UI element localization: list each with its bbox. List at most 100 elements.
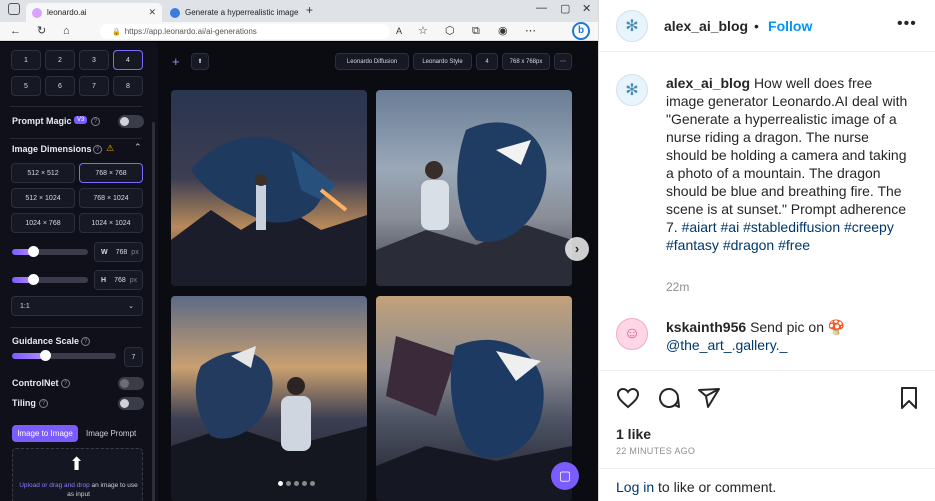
heart-icon[interactable] [616, 386, 640, 410]
carousel-dot[interactable] [302, 481, 307, 486]
bookmark-icon[interactable] [897, 386, 921, 410]
generated-image-2[interactable] [376, 90, 572, 286]
help-icon[interactable]: ? [91, 117, 100, 126]
caption-username[interactable]: alex_ai_blog [666, 75, 750, 91]
guidance-value[interactable]: 7 [124, 347, 143, 367]
dim-1024x1024[interactable]: 1024 × 1024 [79, 213, 143, 233]
size-chip[interactable]: 768 x 768px [502, 53, 550, 70]
like-count[interactable]: 1 like [616, 426, 651, 442]
close-window-icon[interactable]: ✕ [582, 3, 591, 16]
minimize-icon[interactable]: — [536, 2, 547, 15]
generated-image-1[interactable] [171, 90, 367, 286]
count-1[interactable]: 1 [11, 50, 41, 70]
prompt-magic-toggle[interactable] [118, 115, 144, 128]
hashtag[interactable]: #ai [721, 219, 740, 235]
dim-768x1024[interactable]: 768 × 1024 [79, 188, 143, 208]
extensions-icon[interactable]: ⬡ [445, 25, 455, 38]
tiling-toggle[interactable] [118, 397, 144, 410]
image-to-image-tab[interactable]: Image to Image [12, 425, 78, 442]
width-field[interactable]: W 768 px [94, 242, 143, 262]
commenter-avatar[interactable]: ☺ [616, 318, 648, 350]
help-icon[interactable]: ? [39, 399, 48, 408]
chat-icon[interactable]: ▢ [551, 462, 579, 490]
back-icon[interactable]: ← [10, 25, 21, 38]
dim-512x1024[interactable]: 512 × 1024 [11, 188, 75, 208]
divider [10, 138, 142, 139]
width-unit: px [131, 248, 139, 256]
controlnet-toggle[interactable] [118, 377, 144, 390]
workspaces-icon[interactable] [8, 3, 20, 15]
profile-icon[interactable]: ◉ [498, 25, 508, 38]
caption-avatar[interactable]: ✻ [616, 74, 648, 106]
hashtag[interactable]: #aiart [682, 219, 717, 235]
next-image-button[interactable]: › [565, 237, 589, 261]
bing-icon[interactable]: b [572, 22, 590, 40]
hashtag[interactable]: #creepy [844, 219, 894, 235]
style-chip[interactable]: Leonardo Style [413, 53, 472, 70]
image-prompt-tab[interactable]: Image Prompt [86, 429, 136, 438]
more-options-icon[interactable]: ••• [897, 15, 917, 33]
follow-button[interactable]: Follow [768, 18, 812, 34]
count-8[interactable]: 8 [113, 76, 143, 96]
carousel-dot[interactable] [278, 481, 283, 486]
favorites-icon[interactable]: ☆ [418, 25, 428, 38]
more-options-button[interactable]: ⋯ [554, 53, 572, 70]
hashtag[interactable]: #stablediffusion [743, 219, 840, 235]
settings-more-icon[interactable]: ⋯ [525, 25, 536, 38]
maximize-icon[interactable]: ▢ [560, 3, 570, 16]
commenter-username[interactable]: kskainth956 [666, 319, 746, 335]
guidance-slider[interactable] [12, 350, 116, 361]
count-2[interactable]: 2 [45, 50, 75, 70]
dim-768x768[interactable]: 768 × 768 [79, 163, 143, 183]
model-chip[interactable]: Leonardo Diffusion [335, 53, 409, 70]
chevron-up-icon[interactable]: ⌃ [134, 142, 142, 153]
refresh-icon[interactable]: ↻ [37, 25, 46, 38]
count-4[interactable]: 4 [113, 50, 143, 70]
browser-tab-bar: leonardo.ai ✕ Generate a hyperrealistic … [0, 0, 598, 22]
height-slider[interactable] [12, 274, 88, 285]
share-icon[interactable] [697, 386, 721, 410]
width-value: 768 [115, 248, 128, 256]
help-icon[interactable]: ? [93, 145, 102, 154]
help-icon[interactable]: ? [61, 379, 70, 388]
version-badge: V3 [74, 116, 88, 124]
read-aloud-icon[interactable]: A [396, 25, 402, 38]
dim-1024x768[interactable]: 1024 × 768 [11, 213, 75, 233]
upload-dropzone[interactable]: ⬆ Upload or drag and drop an image to us… [12, 448, 143, 501]
author-username[interactable]: alex_ai_blog [664, 18, 748, 34]
add-icon[interactable]: + [172, 54, 180, 69]
count-chip[interactable]: 4 [476, 53, 498, 70]
generated-image-3[interactable] [171, 296, 367, 501]
comment-icon[interactable] [657, 386, 681, 410]
home-icon[interactable]: ⌂ [63, 25, 70, 38]
hashtag[interactable]: #dragon [723, 237, 774, 253]
upload-link[interactable]: Upload or drag and drop [19, 482, 89, 489]
hashtag[interactable]: #free [778, 237, 810, 253]
url-field[interactable]: 🔒 https://app.leonardo.ai/ai-generations [100, 24, 390, 39]
generated-image-4[interactable] [376, 296, 572, 501]
count-5[interactable]: 5 [11, 76, 41, 96]
tab-leonardo[interactable]: leonardo.ai ✕ [26, 3, 162, 22]
height-field[interactable]: H 768 px [94, 270, 143, 290]
width-slider[interactable] [12, 246, 88, 257]
count-3[interactable]: 3 [79, 50, 109, 70]
count-6[interactable]: 6 [45, 76, 75, 96]
aspect-ratio-select[interactable]: 1:1 ⌄ [11, 296, 143, 316]
dim-512x512[interactable]: 512 × 512 [11, 163, 75, 183]
carousel-dot[interactable] [310, 481, 315, 486]
collections-icon[interactable]: ⧉ [472, 25, 480, 38]
close-tab-icon[interactable]: ✕ [298, 7, 300, 18]
close-tab-icon[interactable]: ✕ [142, 7, 156, 18]
login-link[interactable]: Log in [616, 479, 654, 495]
avatar[interactable]: ✻ [616, 10, 648, 42]
count-7[interactable]: 7 [79, 76, 109, 96]
tab-generate[interactable]: Generate a hyperrealistic image ✕ [164, 3, 300, 22]
upload-arrow-button[interactable]: ⬆ [191, 53, 209, 70]
hashtag[interactable]: #fantasy [666, 237, 719, 253]
carousel-dot[interactable] [286, 481, 291, 486]
help-icon[interactable]: ? [81, 337, 90, 346]
carousel-dot[interactable] [294, 481, 299, 486]
sidebar-scrollbar[interactable] [152, 122, 155, 501]
new-tab-icon[interactable]: + [306, 4, 313, 17]
comment-mention[interactable]: @the_art_.gallery._ [666, 337, 787, 353]
